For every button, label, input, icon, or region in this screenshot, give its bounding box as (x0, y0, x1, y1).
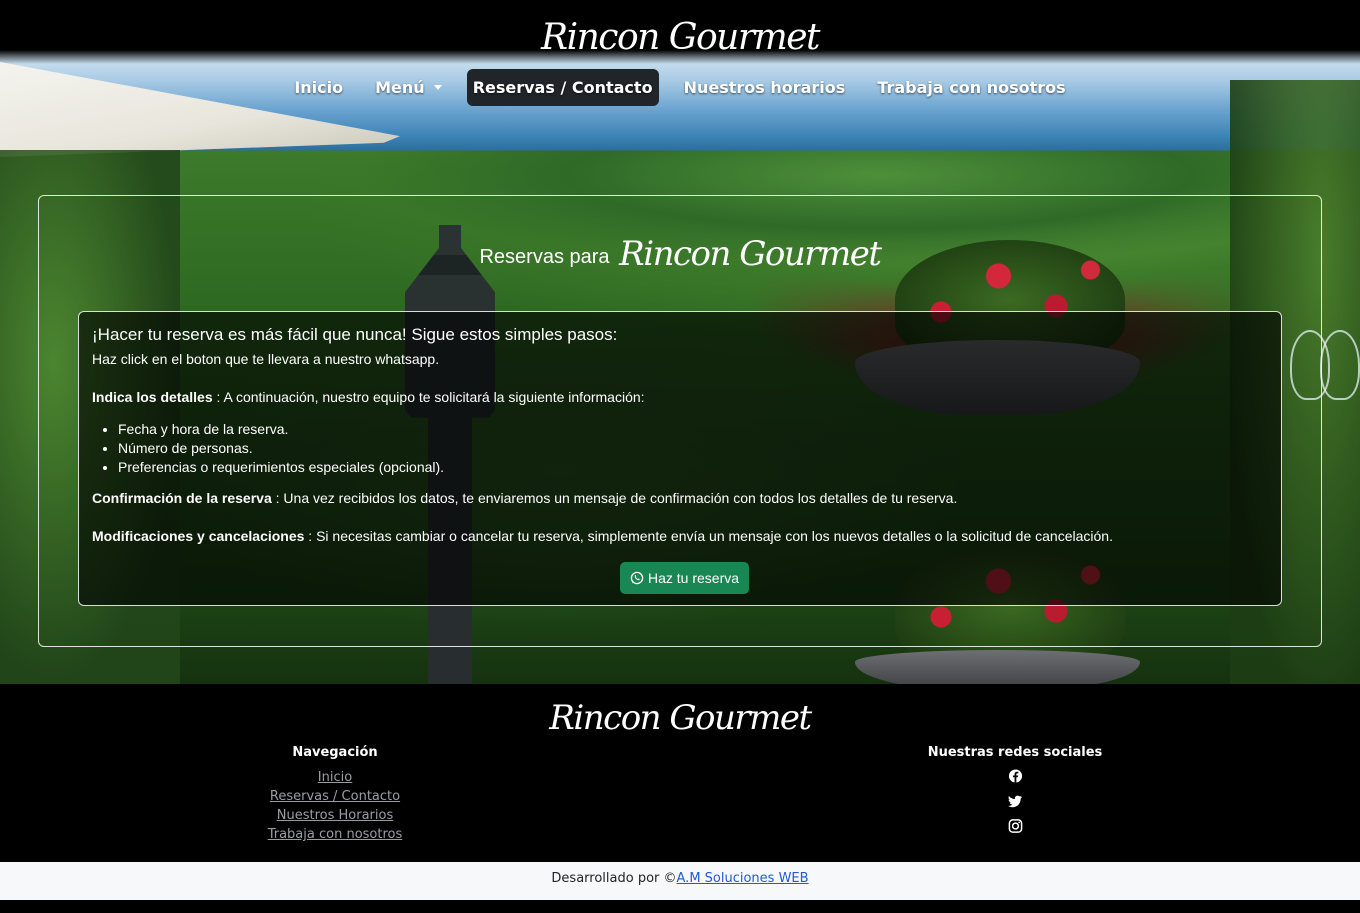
nav-item-label: Inicio (294, 78, 344, 97)
credits-link[interactable]: A.M Soluciones WEB (677, 871, 809, 886)
footer-navigation: Navegación Inicio Reservas / Contacto Nu… (135, 744, 535, 844)
step-details-text: Indica los detalles : A continuación, nu… (92, 388, 1268, 406)
main-navigation: Inicio Menú Reservas / Contacto Nuestros… (0, 69, 1360, 106)
nav-item-label: Nuestros horarios (683, 78, 846, 97)
navbar-brand-logo[interactable]: Rincon Gourmet (0, 14, 1360, 62)
nav-item-label: Reservas / Contacto (472, 78, 653, 97)
footer-link-inicio[interactable]: Inicio (135, 768, 535, 787)
list-item: Número de personas. (118, 439, 1268, 458)
nav-item-reservas-contacto[interactable]: Reservas / Contacto (466, 69, 659, 106)
details-label: Indica los detalles (92, 389, 213, 405)
footer-link-nuestros-horarios[interactable]: Nuestros Horarios (135, 806, 535, 825)
footer-link-reservas-contacto[interactable]: Reservas / Contacto (135, 787, 535, 806)
wine-glass-decoration (1320, 330, 1360, 400)
instructions-heading: ¡Hacer tu reserva es más fácil que nunca… (92, 325, 618, 344)
details-list: Fecha y hora de la reserva. Número de pe… (118, 420, 1268, 477)
step-confirmation-text: Confirmación de la reserva : Una vez rec… (92, 489, 1268, 507)
section-title-prefix: Reservas para (479, 246, 610, 268)
confirmation-label: Confirmación de la reserva (92, 490, 272, 506)
footer-brand-logo: Rincon Gourmet (549, 698, 812, 738)
facebook-icon[interactable] (1008, 768, 1023, 784)
nav-item-trabaja-con-nosotros[interactable]: Trabaja con nosotros (861, 69, 1081, 106)
list-item: Fecha y hora de la reserva. (118, 420, 1268, 439)
caret-down-icon (433, 85, 442, 90)
nav-item-nuestros-horarios[interactable]: Nuestros horarios (668, 69, 862, 106)
confirmation-description: : Una vez recibidos los datos, te enviar… (271, 490, 958, 506)
nav-item-label: Trabaja con nosotros (877, 78, 1066, 97)
footer-social: Nuestras redes sociales (815, 744, 1215, 834)
footer-link-trabaja-con-nosotros[interactable]: Trabaja con nosotros (135, 825, 535, 844)
haz-tu-reserva-label: Haz tu reserva (648, 570, 740, 586)
footer-nav-heading: Navegación (292, 745, 378, 760)
step-whatsapp-text: Haz click en el boton que te llevara a n… (92, 351, 440, 367)
credits-bar: Desarrollado por ©A.M Soluciones WEB (0, 862, 1360, 900)
twitter-icon[interactable] (1007, 793, 1023, 809)
list-item: Preferencias o requerimientos especiales… (118, 458, 1268, 477)
footer: Rincon Gourmet Navegación Inicio Reserva… (0, 684, 1360, 862)
haz-tu-reserva-button[interactable]: Haz tu reserva (620, 562, 750, 594)
modifications-description: : Si necesitas cambiar o cancelar tu res… (304, 528, 1113, 544)
nav-item-label: Menú (375, 78, 425, 97)
flower-pot-decoration-lower (855, 650, 1140, 684)
instagram-icon[interactable] (1008, 818, 1023, 834)
nav-item-menu-dropdown[interactable]: Menú (359, 69, 458, 106)
details-description: : A continuación, nuestro equipo te soli… (212, 389, 645, 405)
nav-item-inicio[interactable]: Inicio (278, 69, 359, 106)
reservas-section-title: Reservas para Rincon Gourmet (0, 228, 1360, 283)
step-modifications-text: Modificaciones y cancelaciones : Si nece… (92, 527, 1268, 545)
section-title-brand: Rincon Gourmet (619, 234, 882, 274)
footer-social-heading: Nuestras redes sociales (927, 745, 1103, 760)
whatsapp-icon (630, 571, 644, 585)
credits-prefix: Desarrollado por © (551, 871, 677, 886)
modifications-label: Modificaciones y cancelaciones (92, 528, 305, 544)
reservas-instructions-card: ¡Hacer tu reserva es más fácil que nunca… (78, 311, 1282, 606)
